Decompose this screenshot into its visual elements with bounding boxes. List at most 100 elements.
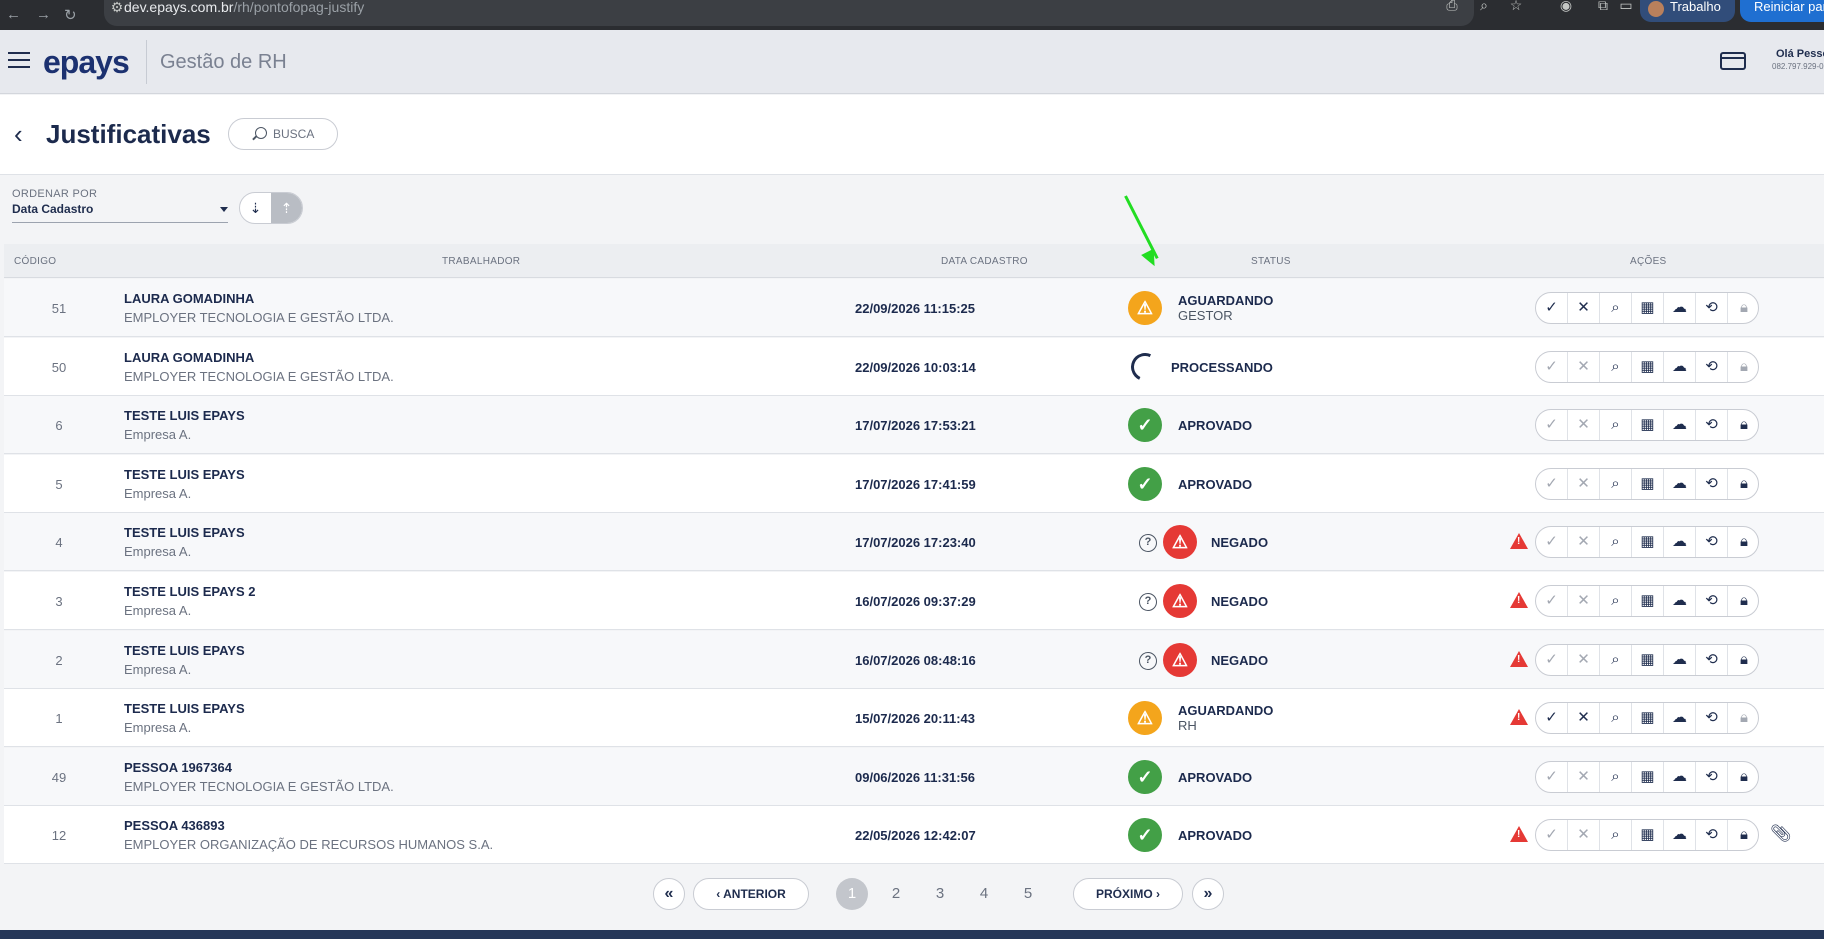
help-icon[interactable]: ? — [1139, 534, 1157, 553]
split-view-icon[interactable]: ▭ — [1617, 0, 1635, 14]
order-by-select[interactable]: Data Cadastro — [12, 201, 228, 223]
building-icon[interactable]: ▦ — [1632, 761, 1664, 792]
view-search-icon[interactable]: ⌕ — [1600, 644, 1632, 675]
forward-nav-icon[interactable]: → — [36, 6, 51, 23]
building-icon[interactable]: ▦ — [1632, 410, 1664, 441]
view-search-icon[interactable]: ⌕ — [1600, 351, 1632, 382]
lock-icon[interactable]: 🔒︎ — [1728, 410, 1758, 440]
worker-name[interactable]: TESTE LUIS EPAYS — [124, 525, 245, 540]
deny-x-icon[interactable]: ✕ — [1568, 468, 1600, 499]
profile-button[interactable]: Trabalho — [1640, 0, 1735, 22]
col-worker[interactable]: TRABALHADOR — [442, 256, 520, 267]
cloud-download-icon[interactable]: ☁ — [1664, 410, 1696, 441]
history-icon[interactable]: ⟲ — [1696, 644, 1728, 675]
table-row[interactable]: 4 TESTE LUIS EPAYS Empresa A. 17/07/2026 17… — [4, 513, 1824, 572]
cloud-download-icon[interactable]: ☁ — [1664, 761, 1696, 792]
first-page-button[interactable]: « — [653, 878, 685, 910]
zoom-icon[interactable]: ⌕ — [1475, 0, 1493, 14]
approve-check-icon[interactable]: ✓ — [1536, 293, 1568, 323]
address-bar[interactable]: ⚙ dev.epays.com.br/rh/pontofopag-justify — [104, 0, 1474, 26]
back-nav-icon[interactable]: ← — [6, 6, 21, 23]
paperclip-icon[interactable]: 📎︎ — [1770, 824, 1792, 844]
worker-name[interactable]: PESSOA 1967364 — [124, 760, 232, 775]
history-icon[interactable]: ⟲ — [1696, 586, 1728, 616]
lock-icon[interactable]: 🔒︎ — [1728, 586, 1758, 616]
deny-x-icon[interactable]: ✕ — [1568, 761, 1600, 792]
cloud-download-icon[interactable]: ☁ — [1664, 644, 1696, 675]
table-row[interactable]: 51 LAURA GOMADINHA EMPLOYER TECNOLOGIA E G… — [4, 279, 1824, 337]
deny-x-icon[interactable]: ✕ — [1568, 527, 1600, 558]
user-greeting[interactable]: Olá Pesso — [1776, 48, 1824, 60]
building-icon[interactable]: ▦ — [1632, 820, 1664, 851]
table-row[interactable]: 3 TESTE LUIS EPAYS 2 Empresa A. 16/07/2026 … — [4, 572, 1824, 630]
lock-icon[interactable]: 🔒︎ — [1728, 645, 1758, 675]
next-page-button[interactable]: PRÓXIMO › — [1073, 878, 1183, 910]
sort-descending-icon[interactable]: ⇡ — [271, 193, 302, 223]
worker-name[interactable]: PESSOA 436893 — [124, 818, 225, 833]
alert-triangle-icon[interactable] — [1510, 826, 1528, 843]
worker-name[interactable]: TESTE LUIS EPAYS 2 — [124, 584, 256, 599]
worker-name[interactable]: LAURA GOMADINHA — [124, 291, 254, 306]
deny-x-icon[interactable]: ✕ — [1568, 644, 1600, 675]
table-row[interactable]: 50 LAURA GOMADINHA EMPLOYER TECNOLOGIA E G… — [4, 337, 1824, 396]
cloud-download-icon[interactable]: ☁ — [1664, 820, 1696, 851]
worker-name[interactable]: TESTE LUIS EPAYS — [124, 408, 245, 423]
cloud-download-icon[interactable]: ☁ — [1664, 468, 1696, 499]
building-icon[interactable]: ▦ — [1632, 644, 1664, 675]
deny-x-icon[interactable]: ✕ — [1568, 586, 1600, 616]
back-arrow-icon[interactable]: ‹ — [14, 121, 23, 147]
lock-icon[interactable]: 🔒︎ — [1728, 352, 1758, 382]
approve-check-icon[interactable]: ✓ — [1536, 586, 1568, 616]
cloud-download-icon[interactable]: ☁ — [1664, 527, 1696, 558]
alert-triangle-icon[interactable] — [1510, 533, 1528, 550]
table-row[interactable]: 5 TESTE LUIS EPAYS Empresa A. 17/07/2026 17… — [4, 454, 1824, 513]
cloud-download-icon[interactable]: ☁ — [1664, 586, 1696, 616]
worker-name[interactable]: TESTE LUIS EPAYS — [124, 467, 245, 482]
approve-check-icon[interactable]: ✓ — [1536, 703, 1568, 734]
page-1[interactable]: 1 — [836, 878, 868, 910]
lock-icon[interactable]: 🔒︎ — [1728, 293, 1758, 323]
building-icon[interactable]: ▦ — [1632, 468, 1664, 499]
view-search-icon[interactable]: ⌕ — [1600, 586, 1632, 616]
approve-check-icon[interactable]: ✓ — [1536, 761, 1568, 792]
view-search-icon[interactable]: ⌕ — [1600, 468, 1632, 499]
approve-check-icon[interactable]: ✓ — [1536, 410, 1568, 441]
page-5[interactable]: 5 — [1012, 878, 1044, 910]
approve-check-icon[interactable]: ✓ — [1536, 527, 1568, 558]
deny-x-icon[interactable]: ✕ — [1568, 410, 1600, 441]
building-icon[interactable]: ▦ — [1632, 527, 1664, 558]
col-status[interactable]: STATUS — [1251, 256, 1291, 267]
deny-x-icon[interactable]: ✕ — [1568, 351, 1600, 382]
lock-icon[interactable]: 🔒︎ — [1728, 762, 1758, 792]
view-search-icon[interactable]: ⌕ — [1600, 410, 1632, 441]
search-button[interactable]: BUSCA — [228, 118, 338, 150]
table-row[interactable]: 49 PESSOA 1967364 EMPLOYER TECNOLOGIA E GE… — [4, 747, 1824, 806]
page-2[interactable]: 2 — [880, 878, 912, 910]
building-icon[interactable]: ▦ — [1632, 703, 1664, 734]
prev-page-button[interactable]: ‹ ANTERIOR — [693, 878, 809, 910]
table-row[interactable]: 12 PESSOA 436893 EMPLOYER ORGANIZAÇÃO DE R… — [4, 806, 1824, 865]
history-icon[interactable]: ⟲ — [1696, 703, 1728, 734]
history-icon[interactable]: ⟲ — [1696, 293, 1728, 323]
approve-check-icon[interactable]: ✓ — [1536, 644, 1568, 675]
card-icon[interactable] — [1720, 52, 1746, 70]
last-page-button[interactable]: » — [1192, 878, 1224, 910]
worker-name[interactable]: LAURA GOMADINHA — [124, 350, 254, 365]
page-4[interactable]: 4 — [968, 878, 1000, 910]
alert-triangle-icon[interactable] — [1510, 592, 1528, 608]
deny-x-icon[interactable]: ✕ — [1568, 293, 1600, 323]
table-row[interactable]: 6 TESTE LUIS EPAYS Empresa A. 17/07/2026 17… — [4, 396, 1824, 455]
restart-button[interactable]: Reiniciar para — [1740, 0, 1824, 22]
view-search-icon[interactable]: ⌕ — [1600, 820, 1632, 851]
menu-icon[interactable] — [8, 52, 30, 70]
history-icon[interactable]: ⟲ — [1696, 468, 1728, 499]
worker-name[interactable]: TESTE LUIS EPAYS — [124, 643, 245, 658]
building-icon[interactable]: ▦ — [1632, 351, 1664, 382]
approve-check-icon[interactable]: ✓ — [1536, 351, 1568, 382]
bookmark-star-icon[interactable]: ☆ — [1507, 0, 1525, 14]
table-row[interactable]: 2 TESTE LUIS EPAYS Empresa A. 16/07/2026 08… — [4, 630, 1824, 689]
sort-ascending-icon[interactable]: ⇣ — [240, 193, 271, 223]
history-icon[interactable]: ⟲ — [1696, 351, 1728, 382]
deny-x-icon[interactable]: ✕ — [1568, 820, 1600, 851]
history-icon[interactable]: ⟲ — [1696, 527, 1728, 558]
